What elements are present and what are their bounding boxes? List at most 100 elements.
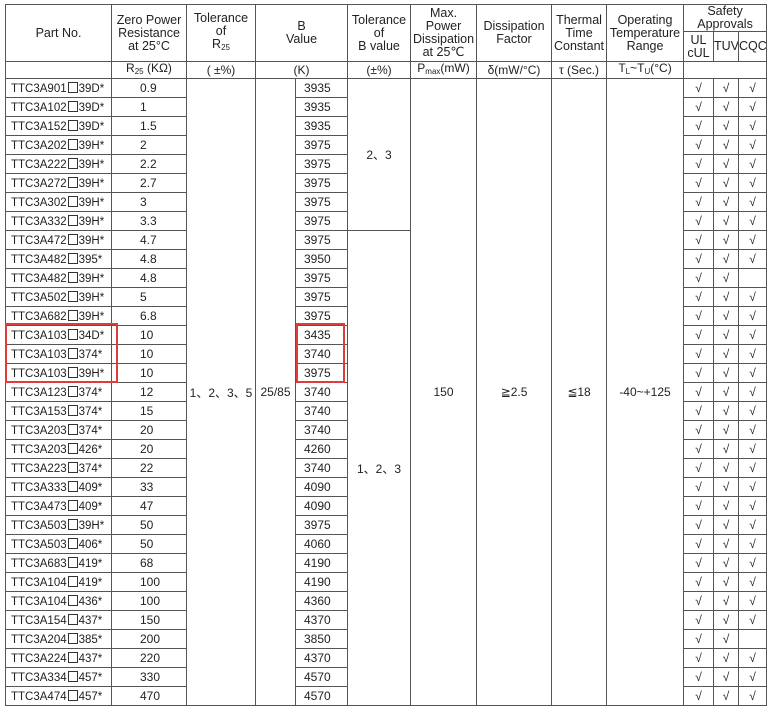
part-no-cell: TTC3A104 436*: [5, 591, 112, 611]
resistance-cell: 470: [111, 686, 187, 706]
b-value-cell: 3975: [294, 515, 349, 535]
ul-check-cell: √: [683, 515, 715, 535]
ul-check-cell: √: [683, 249, 715, 269]
blank-box-icon: [67, 214, 78, 226]
blank-box-icon: [67, 537, 78, 549]
cqc-check-cell: √: [738, 534, 768, 554]
part-prefix: TTC3A332: [11, 215, 67, 228]
resistance-cell: 5: [111, 287, 187, 307]
b-value-cell: 3740: [294, 420, 349, 440]
blank-box-icon: [67, 233, 78, 245]
part-prefix: TTC3A502: [11, 291, 67, 304]
cqc-check-cell: √: [738, 382, 768, 402]
resistance-cell: 20: [111, 420, 187, 440]
part-no-cell: TTC3A152 39D*: [5, 116, 112, 136]
tuv-check-cell: √: [713, 667, 740, 687]
ul-check-cell: √: [683, 325, 715, 345]
ul-check-cell: √: [683, 420, 715, 440]
part-no-cell: TTC3A682 39H*: [5, 306, 112, 326]
blank-box-icon: [67, 328, 78, 340]
part-prefix: TTC3A482: [11, 253, 67, 266]
ul-check-cell: √: [683, 78, 715, 98]
part-no-cell: TTC3A103 34D*: [5, 325, 112, 345]
b-value-cell: 3975: [294, 287, 349, 307]
part-no-cell: TTC3A503 406*: [5, 534, 112, 554]
tuv-check-cell: √: [713, 496, 740, 516]
part-suffix: 39H*: [78, 272, 105, 285]
part-suffix: 457*: [78, 690, 103, 703]
header-max-power: Max. Power Dissipation at 25℃: [410, 4, 478, 62]
part-prefix: TTC3A224: [11, 652, 67, 665]
resistance-cell: 4.7: [111, 230, 187, 250]
blank-box-icon: [67, 518, 78, 530]
header-dissipation-factor: Dissipation Factor: [476, 4, 553, 62]
resistance-cell: 150: [111, 610, 187, 630]
cqc-check-cell: √: [738, 306, 768, 326]
part-prefix: TTC3A473: [11, 500, 67, 513]
b-value-cell: 4090: [294, 477, 349, 497]
header-ul: UL cUL: [683, 31, 715, 62]
table-row: TTC3A901 39D* 0.9 1、2、3、5 25/85 3935 2、3 150 ≧2.…: [5, 78, 768, 706]
b-value-cell: 3435: [294, 325, 349, 345]
part-suffix: 39H*: [78, 158, 105, 171]
tolerance-b-cell: 1、2、3: [347, 230, 412, 706]
ul-check-cell: √: [683, 173, 715, 193]
tuv-check-cell: √: [713, 116, 740, 136]
part-suffix: 39H*: [78, 291, 105, 304]
b-value-cell: 3975: [294, 135, 349, 155]
b-ratio-cell: 25/85: [255, 78, 296, 706]
resistance-cell: 3.3: [111, 211, 187, 231]
blank-box-icon: [67, 404, 78, 416]
tuv-check-cell: √: [713, 420, 740, 440]
b-value-cell: 3740: [294, 401, 349, 421]
part-prefix: TTC3A482: [11, 272, 67, 285]
blank-box-icon: [67, 499, 78, 511]
part-suffix: 39H*: [78, 519, 105, 532]
part-prefix: TTC3A223: [11, 462, 67, 475]
blank-box-icon: [67, 480, 78, 492]
ul-check-cell: √: [683, 116, 715, 136]
part-no-cell: TTC3A204 385*: [5, 629, 112, 649]
tuv-check-cell: √: [713, 211, 740, 231]
blank-box-icon: [67, 81, 78, 93]
part-prefix: TTC3A154: [11, 614, 67, 627]
resistance-cell: 10: [111, 344, 187, 364]
b-value-cell: 3950: [294, 249, 349, 269]
cqc-check-cell: √: [738, 249, 768, 269]
resistance-cell: 1.5: [111, 116, 187, 136]
ul-check-cell: √: [683, 648, 715, 668]
blank-box-icon: [67, 594, 78, 606]
blank-box-icon: [67, 252, 78, 264]
ul-check-cell: √: [683, 306, 715, 326]
cqc-check-cell: √: [738, 230, 768, 250]
part-no-cell: TTC3A474 457*: [5, 686, 112, 706]
cqc-check-cell: √: [738, 420, 768, 440]
part-prefix: TTC3A203: [11, 443, 67, 456]
part-suffix: 34D*: [78, 329, 105, 342]
header-part-no: Part No.: [5, 4, 112, 62]
tuv-check-cell: √: [713, 439, 740, 459]
part-prefix: TTC3A503: [11, 538, 67, 551]
cqc-check-cell: √: [738, 135, 768, 155]
dissipation-cell: ≧2.5: [476, 78, 553, 706]
resistance-cell: 50: [111, 515, 187, 535]
cqc-check-cell: √: [738, 192, 768, 212]
part-prefix: TTC3A333: [11, 481, 67, 494]
cqc-check-cell: [738, 268, 768, 288]
resistance-cell: 50: [111, 534, 187, 554]
part-no-cell: TTC3A103 374*: [5, 344, 112, 364]
part-prefix: TTC3A153: [11, 405, 67, 418]
cqc-check-cell: √: [738, 97, 768, 117]
b-value-cell: 3935: [294, 116, 349, 136]
part-no-cell: TTC3A901 39D*: [5, 78, 112, 98]
part-prefix: TTC3A474: [11, 690, 67, 703]
part-no-cell: TTC3A203 374*: [5, 420, 112, 440]
part-no-cell: TTC3A333 409*: [5, 477, 112, 497]
cqc-check-cell: √: [738, 572, 768, 592]
header-zero-power: Zero Power Resistance at 25°C: [111, 4, 187, 62]
b-value-cell: 4260: [294, 439, 349, 459]
blank-box-icon: [67, 100, 78, 112]
operating-temp-cell: -40~+125: [606, 78, 685, 706]
unit-pmax: Pmax(mW): [410, 61, 478, 79]
ul-check-cell: √: [683, 667, 715, 687]
